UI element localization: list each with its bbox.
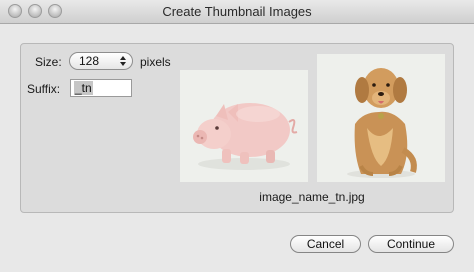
- cancel-button[interactable]: Cancel: [290, 235, 361, 253]
- output-filename: image_name_tn.jpg: [259, 190, 365, 204]
- title-bar: Create Thumbnail Images: [0, 0, 474, 24]
- window-title: Create Thumbnail Images: [162, 4, 312, 19]
- size-popup[interactable]: 128: [69, 52, 133, 70]
- size-value: 128: [79, 54, 100, 68]
- dog-thumbnail-image: [317, 54, 445, 182]
- suffix-input[interactable]: _tn: [70, 79, 132, 97]
- popup-arrows-icon: [118, 54, 128, 68]
- suffix-label: Suffix:: [27, 82, 61, 96]
- size-unit-label: pixels: [140, 55, 171, 69]
- suffix-value: _tn: [74, 81, 93, 95]
- continue-button[interactable]: Continue: [368, 235, 454, 253]
- pig-thumbnail-image: [180, 70, 308, 182]
- size-label: Size:: [35, 55, 62, 69]
- dialog-window: Create Thumbnail Images Size: 128 pixels…: [0, 0, 474, 272]
